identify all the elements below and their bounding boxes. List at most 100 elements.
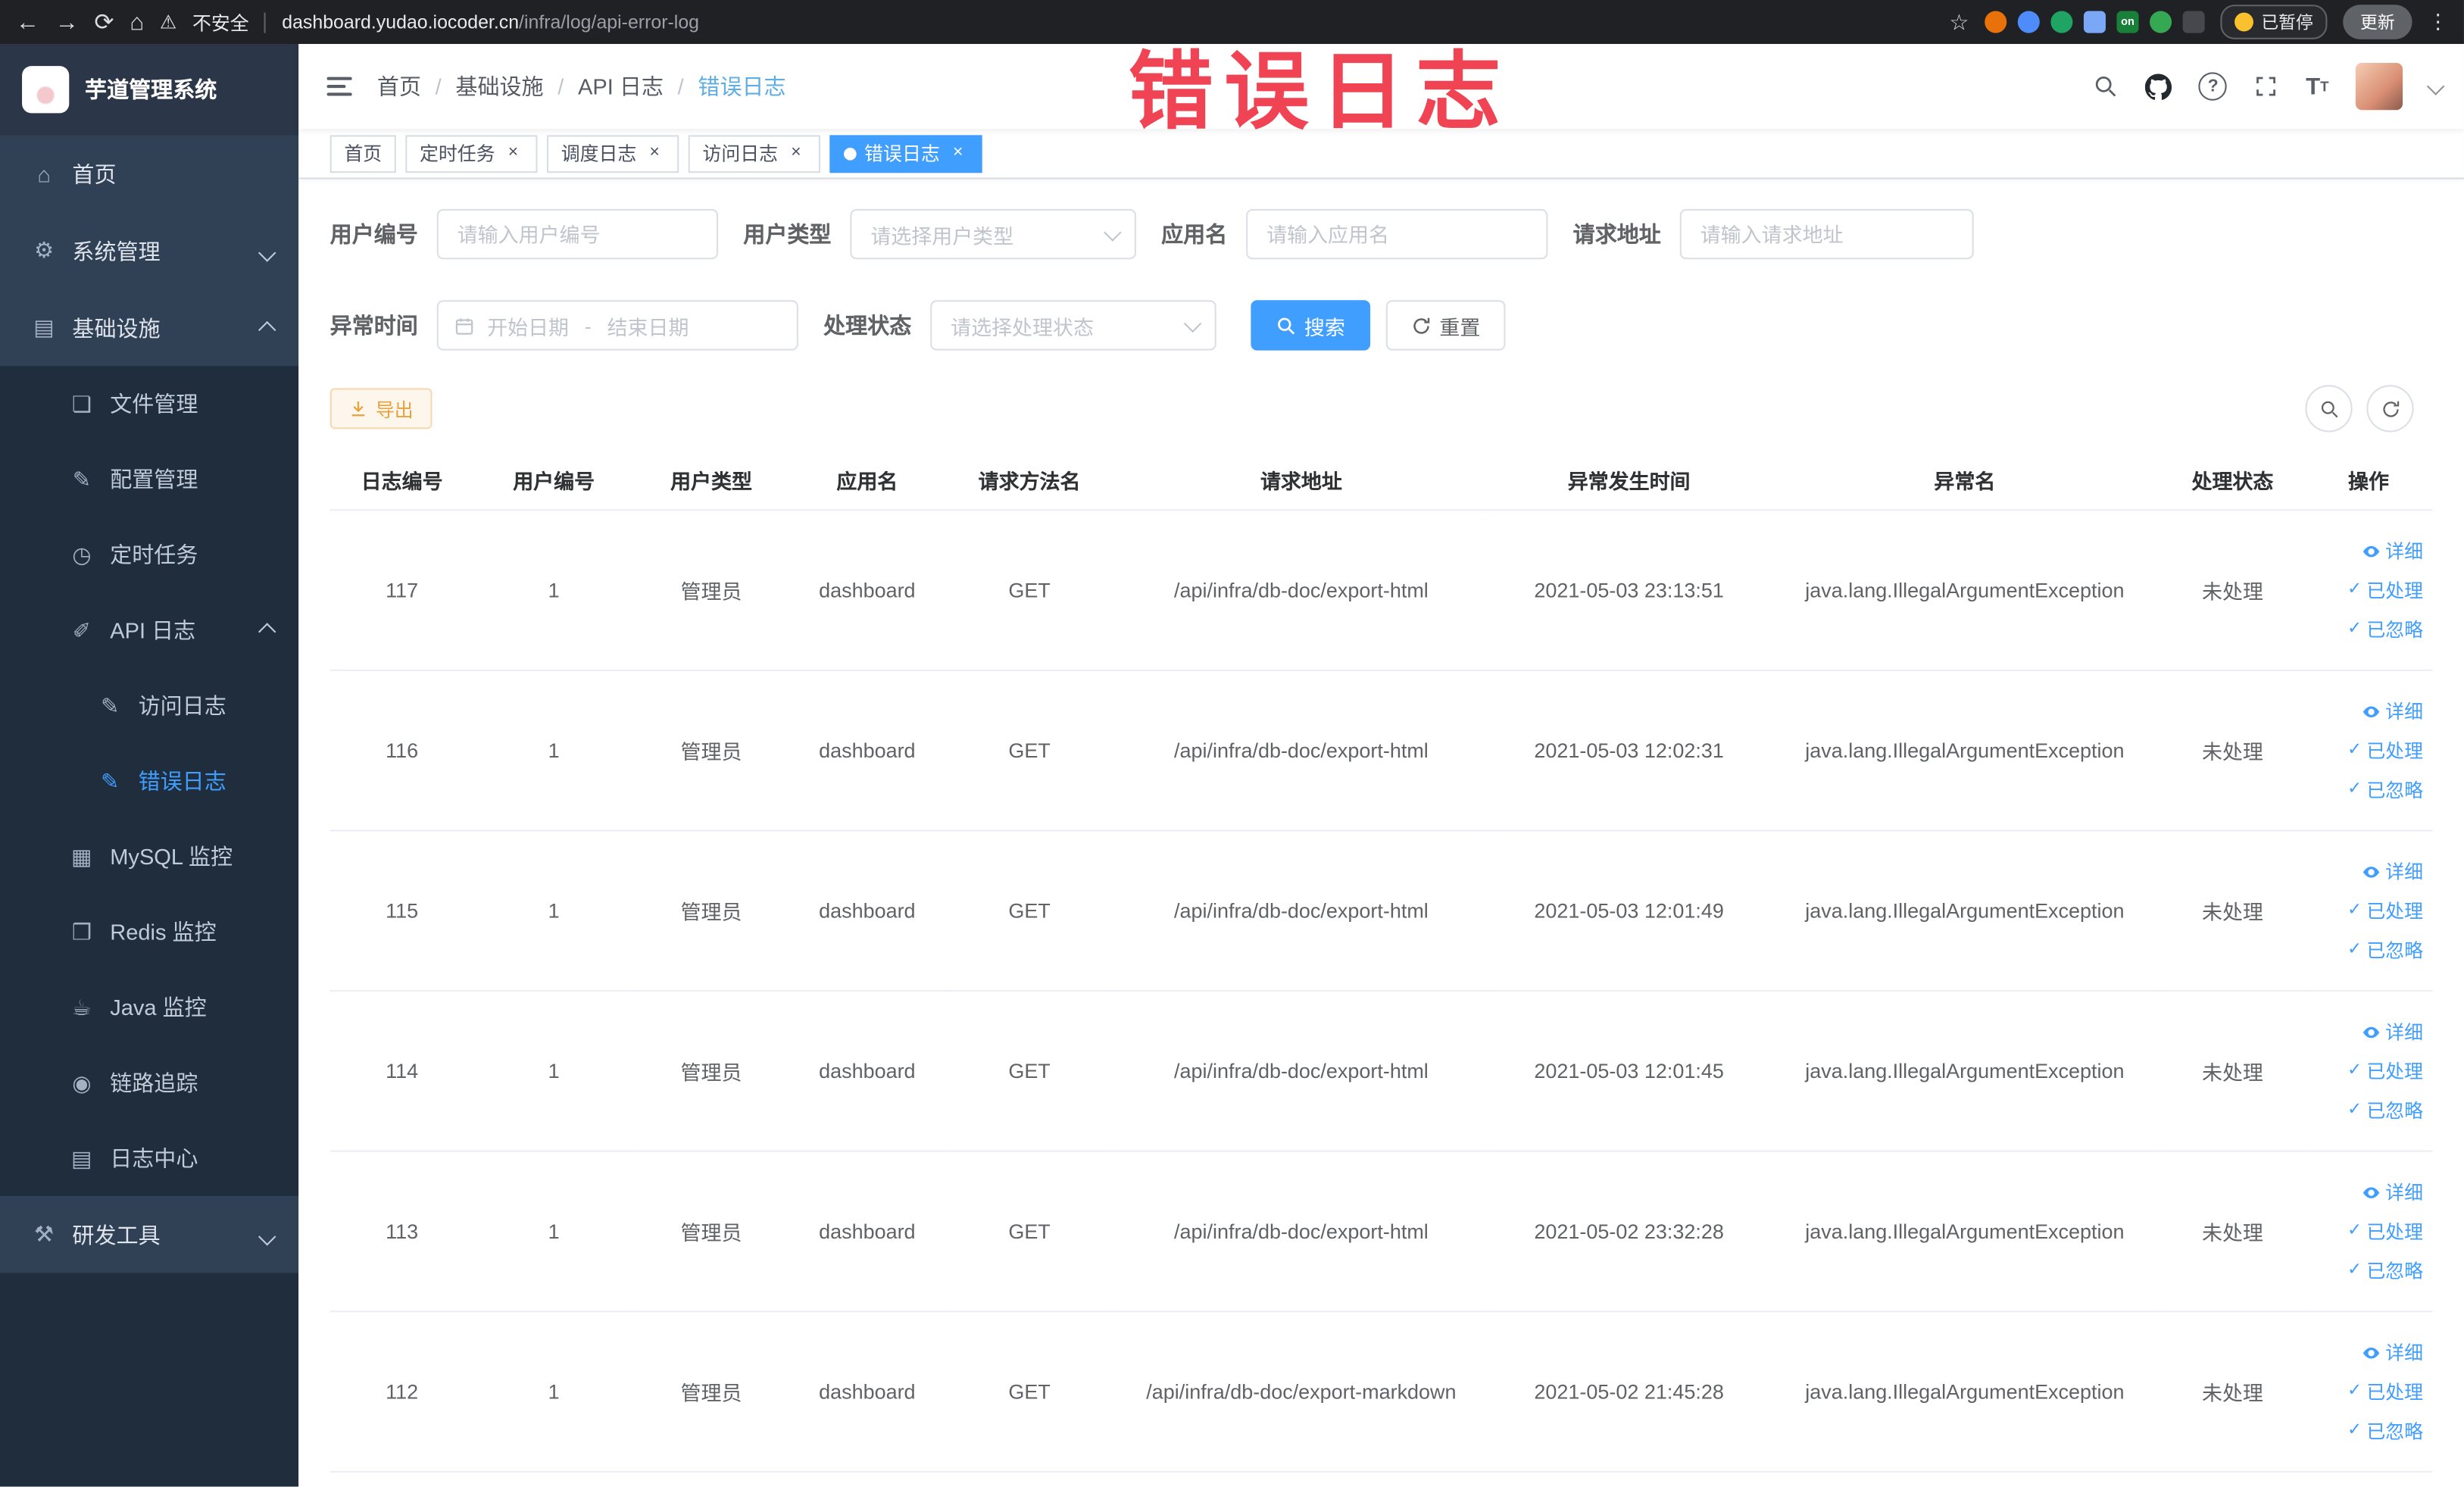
col-log-id: 日志编号 bbox=[329, 451, 474, 511]
blue-extension-icon[interactable] bbox=[2017, 11, 2040, 33]
cell-actions: 详细 ✓ 已处理 ✓ 已忽略 bbox=[2304, 510, 2433, 671]
tab-access-log[interactable]: 访问日志 × bbox=[688, 134, 821, 173]
reset-button-label: 重置 bbox=[1439, 314, 1481, 339]
sidebar-item-redis-monitor[interactable]: ❒ Redis 监控 bbox=[0, 894, 298, 970]
mark-processed-link[interactable]: ✓ 已处理 bbox=[2347, 1378, 2423, 1404]
font-size-icon[interactable]: TT bbox=[2306, 75, 2328, 98]
tab-error-log[interactable]: 错误日志 × bbox=[829, 134, 982, 173]
sidebar-item-config-management[interactable]: ✎ 配置管理 bbox=[0, 442, 298, 517]
update-button[interactable]: 更新 bbox=[2343, 5, 2412, 39]
reset-button[interactable]: 重置 bbox=[1385, 300, 1506, 351]
sidebar-item-java-monitor[interactable]: ☕ Java 监控 bbox=[0, 970, 298, 1045]
bookmark-star-icon[interactable]: ☆ bbox=[1949, 8, 1969, 35]
orange-extension-icon[interactable] bbox=[1985, 11, 2007, 33]
close-icon[interactable]: × bbox=[503, 143, 523, 164]
chevron-down-icon[interactable] bbox=[2426, 72, 2445, 100]
process-status-select[interactable]: 请选择处理状态 bbox=[930, 300, 1216, 351]
tab-schedule-log[interactable]: 调度日志 × bbox=[547, 134, 679, 173]
detail-link[interactable]: 详细 bbox=[2362, 1018, 2423, 1045]
table-row[interactable]: 112 1 管理员 dashboard GET /api/infra/db-do… bbox=[329, 1311, 2433, 1473]
app-logo[interactable]: 芋道管理系统 bbox=[0, 44, 299, 136]
mark-ignored-link[interactable]: ✓ 已忽略 bbox=[2347, 1097, 2423, 1123]
teal-extension-icon[interactable] bbox=[2050, 11, 2073, 33]
export-button[interactable]: 导出 bbox=[329, 388, 433, 430]
table-row[interactable]: 114 1 管理员 dashboard GET /api/infra/db-do… bbox=[329, 991, 2433, 1152]
help-icon[interactable]: ? bbox=[2199, 72, 2228, 101]
cell-request-url: /api/infra/db-doc/export-markdown bbox=[1113, 1311, 1489, 1473]
table-row[interactable]: 116 1 管理员 dashboard GET /api/infra/db-do… bbox=[329, 670, 2433, 832]
table-row[interactable]: 117 1 管理员 dashboard GET /api/infra/db-do… bbox=[329, 510, 2433, 671]
close-icon[interactable]: × bbox=[785, 143, 806, 164]
reload-icon[interactable]: ⟳ bbox=[94, 10, 114, 33]
refresh-button[interactable] bbox=[2366, 385, 2414, 433]
mark-ignored-link[interactable]: ✓ 已忽略 bbox=[2347, 1417, 2423, 1444]
sidebar-item-label: Redis 监控 bbox=[110, 919, 217, 945]
detail-link[interactable]: 详细 bbox=[2362, 1179, 2423, 1205]
user-type-select[interactable]: 请选择用户类型 bbox=[850, 208, 1136, 260]
tree-extension-icon[interactable] bbox=[2150, 11, 2172, 33]
chevron-up-icon bbox=[258, 617, 276, 642]
user-id-input[interactable] bbox=[436, 208, 719, 260]
not-secure-warning-icon[interactable]: ⚠ bbox=[160, 11, 176, 33]
search-icon[interactable] bbox=[2094, 74, 2119, 99]
on-badge-extension-icon[interactable]: on bbox=[2116, 11, 2139, 33]
breadcrumb-infra[interactable]: 基础设施 bbox=[455, 70, 543, 102]
col-actions: 操作 bbox=[2304, 451, 2433, 511]
detail-link[interactable]: 详细 bbox=[2362, 698, 2423, 724]
breadcrumb-api-log[interactable]: API 日志 bbox=[578, 70, 664, 102]
back-icon[interactable]: ← bbox=[16, 10, 39, 33]
sidebar-item-mysql-monitor[interactable]: ▦ MySQL 监控 bbox=[0, 819, 298, 895]
security-label[interactable]: 不安全 bbox=[192, 8, 249, 35]
breadcrumb-home[interactable]: 首页 bbox=[377, 70, 421, 102]
detail-link[interactable]: 详细 bbox=[2362, 858, 2423, 885]
mark-processed-link[interactable]: ✓ 已处理 bbox=[2347, 1057, 2423, 1084]
sidebar-item-trace[interactable]: ◉ 链路追踪 bbox=[0, 1045, 298, 1121]
table-row[interactable]: 113 1 管理员 dashboard GET /api/infra/db-do… bbox=[329, 1151, 2433, 1313]
app-name-input[interactable] bbox=[1246, 208, 1548, 260]
paused-badge[interactable]: 已暂停 bbox=[2220, 5, 2328, 39]
request-url-input[interactable] bbox=[1679, 208, 1974, 260]
hamburger-icon[interactable] bbox=[326, 77, 352, 96]
home-icon[interactable]: ⌂ bbox=[130, 10, 144, 33]
search-button[interactable]: 搜索 bbox=[1251, 300, 1371, 351]
mark-ignored-link[interactable]: ✓ 已忽略 bbox=[2347, 776, 2423, 803]
github-icon[interactable] bbox=[2145, 73, 2172, 99]
toggle-search-button[interactable] bbox=[2305, 385, 2353, 433]
browser-menu-icon[interactable]: ⋮ bbox=[2428, 9, 2448, 34]
table-row[interactable]: 115 1 管理员 dashboard GET /api/infra/db-do… bbox=[329, 830, 2433, 992]
mark-ignored-link[interactable]: ✓ 已忽略 bbox=[2347, 616, 2423, 642]
tab-home[interactable]: 首页 bbox=[329, 134, 396, 173]
sidebar-item-home[interactable]: ⌂ 首页 bbox=[0, 135, 298, 212]
mark-ignored-link[interactable]: ✓ 已忽略 bbox=[2347, 936, 2423, 963]
mark-processed-link[interactable]: ✓ 已处理 bbox=[2347, 576, 2423, 603]
detail-link[interactable]: 详细 bbox=[2362, 538, 2423, 564]
mark-processed-link[interactable]: ✓ 已处理 bbox=[2347, 737, 2423, 764]
address-bar[interactable]: dashboard.yudao.iocoder.cn/infra/log/api… bbox=[282, 11, 699, 33]
fullscreen-icon[interactable] bbox=[2254, 74, 2279, 99]
detail-link[interactable]: 详细 bbox=[2362, 1339, 2423, 1366]
sidebar-menu: ⌂ 首页 ⚙ 系统管理 ▤ 基础设施 bbox=[0, 135, 299, 367]
date-range-picker[interactable]: 开始日期 - 结束日期 bbox=[436, 300, 798, 351]
sidebar-item-dev-tools[interactable]: ⚒ 研发工具 bbox=[0, 1196, 298, 1273]
sidebar-item-infra[interactable]: ▤ 基础设施 bbox=[0, 289, 298, 367]
forward-icon[interactable]: → bbox=[55, 10, 79, 33]
close-icon[interactable]: × bbox=[948, 143, 968, 164]
paw-extension-icon[interactable] bbox=[2182, 11, 2205, 33]
mark-processed-link[interactable]: ✓ 已处理 bbox=[2347, 1218, 2423, 1245]
sidebar-item-access-log[interactable]: ✎ 访问日志 bbox=[0, 668, 298, 744]
sidebar-item-log-center[interactable]: ▤ 日志中心 bbox=[0, 1120, 298, 1196]
tab-scheduled-jobs[interactable]: 定时任务 × bbox=[405, 134, 538, 173]
grid-extension-icon[interactable] bbox=[2083, 11, 2106, 33]
mark-processed-link[interactable]: ✓ 已处理 bbox=[2347, 898, 2423, 924]
sidebar-item-label: Java 监控 bbox=[110, 995, 207, 1020]
sidebar-item-api-log[interactable]: ✐ API 日志 bbox=[0, 592, 298, 668]
avatar[interactable] bbox=[2355, 62, 2403, 111]
sidebar-item-file-management[interactable]: ❏ 文件管理 bbox=[0, 366, 298, 442]
close-icon[interactable]: × bbox=[645, 143, 665, 164]
cell-exception-name: java.lang.IllegalArgumentException bbox=[1769, 991, 2161, 1152]
sidebar-item-system[interactable]: ⚙ 系统管理 bbox=[0, 212, 298, 289]
cell-actions: 详细 ✓ 已处理 ✓ 已忽略 bbox=[2304, 1311, 2433, 1473]
sidebar-item-error-log[interactable]: ✎ 错误日志 bbox=[0, 743, 298, 819]
mark-ignored-link[interactable]: ✓ 已忽略 bbox=[2347, 1257, 2423, 1284]
sidebar-item-scheduled-jobs[interactable]: ◷ 定时任务 bbox=[0, 517, 298, 593]
